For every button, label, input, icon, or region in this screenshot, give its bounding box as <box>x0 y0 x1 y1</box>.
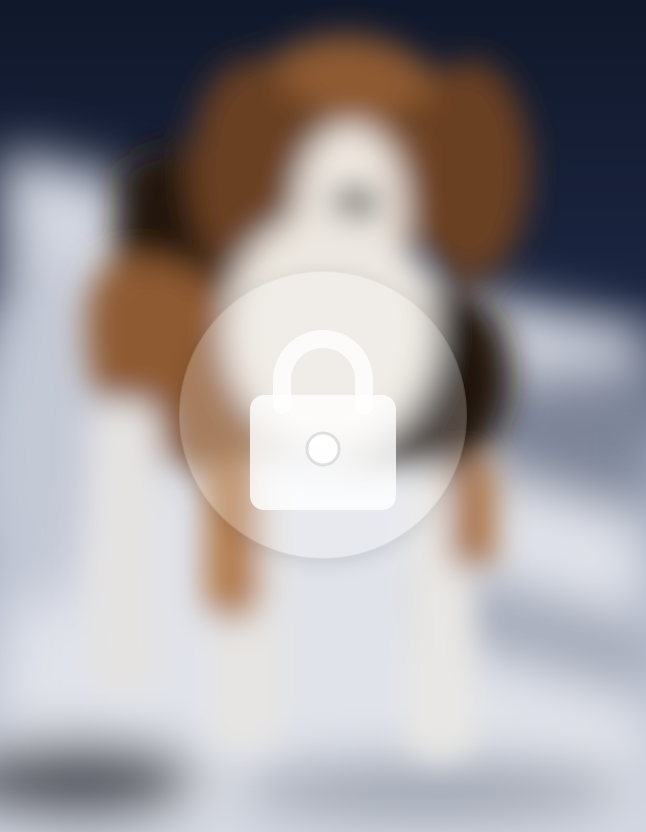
lock-overlay[interactable] <box>180 272 466 558</box>
locked-content-screen <box>0 0 646 832</box>
lock-icon <box>250 330 396 510</box>
